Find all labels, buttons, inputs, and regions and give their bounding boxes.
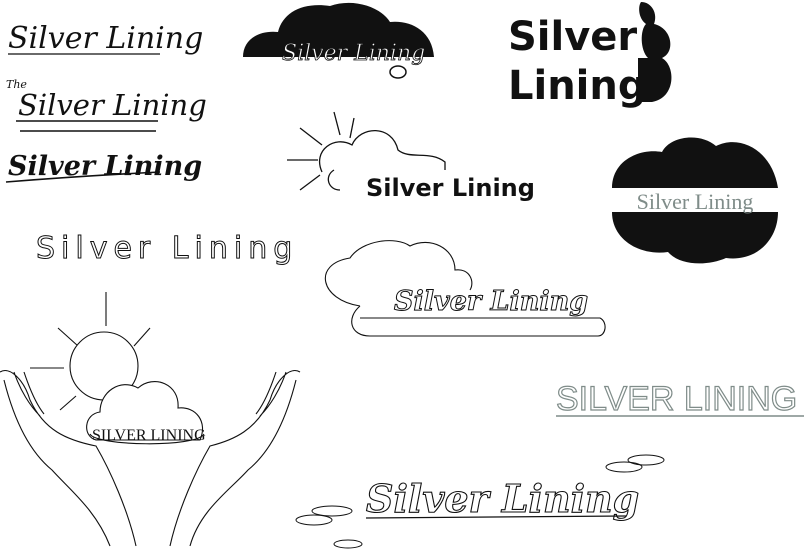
logo-sun-cloud: Silver Lining [287,111,535,202]
stone-icon [627,454,665,466]
logo-cloud-outline-text: Silver Lining [394,286,588,317]
logo-cloud-badge-text: Silver Lining [637,189,754,214]
sun-ray [133,327,151,347]
sun-ray [299,127,323,146]
sun-cloud-icon [319,130,446,173]
sun-ray [299,174,321,191]
logo-outline-text: Silver Lining [36,231,298,267]
loop-icon [389,65,407,79]
stone-icon [333,539,363,549]
sun-ray [57,327,79,347]
logo-script-3: Silver Lining [5,151,202,183]
sun-ray [349,117,355,139]
cloud-badge-bottom [612,212,778,264]
logo-script-3-text: Silver Lining [8,151,202,182]
logo-script-footer: Silver Lining [295,454,665,549]
logo-hands: SILVER LINING [0,292,301,547]
stone-icon [311,505,353,517]
logo-hands-text: SILVER LINING [92,427,206,444]
sun-ray [59,395,77,411]
logo-cloud-dark-text: Silver Lining [282,41,425,66]
logo-script-1-text: Silver Lining [8,21,203,56]
stone-icon [295,514,333,526]
logo-cloud-dark: Silver Lining [243,2,434,79]
logo-thin-caps-text: SILVER LINING [556,380,797,418]
right-hand-icon [169,370,301,547]
logo-sheet: Silver Lining The Silver Lining Silver L… [0,2,804,549]
logo-script-1: Silver Lining [8,21,203,56]
logo-cloud-outline: Silver Lining [324,240,606,337]
logo-script-2: The Silver Lining [6,78,207,132]
logo-bold-stack-line1: Silver [508,14,637,60]
sun-ray [333,111,341,136]
logo-bold-stack-line2: Lining [508,63,647,109]
sun-cloud-icon [327,169,341,191]
logo-script-2-text: Silver Lining [18,88,207,122]
logo-thin-caps: SILVER LINING [555,379,804,419]
logo-cloud-badge: Silver Lining [612,137,778,264]
cloud-stack-icon [638,2,672,102]
logo-bold-stack: Silver Lining [508,2,672,109]
logo-outline-text-text: Silver Lining [36,231,298,266]
cloud-badge-top [612,137,778,188]
logo-script-footer-text: Silver Lining [366,476,639,521]
logo-sun-cloud-text: Silver Lining [366,174,535,202]
stone-icon [605,461,643,473]
